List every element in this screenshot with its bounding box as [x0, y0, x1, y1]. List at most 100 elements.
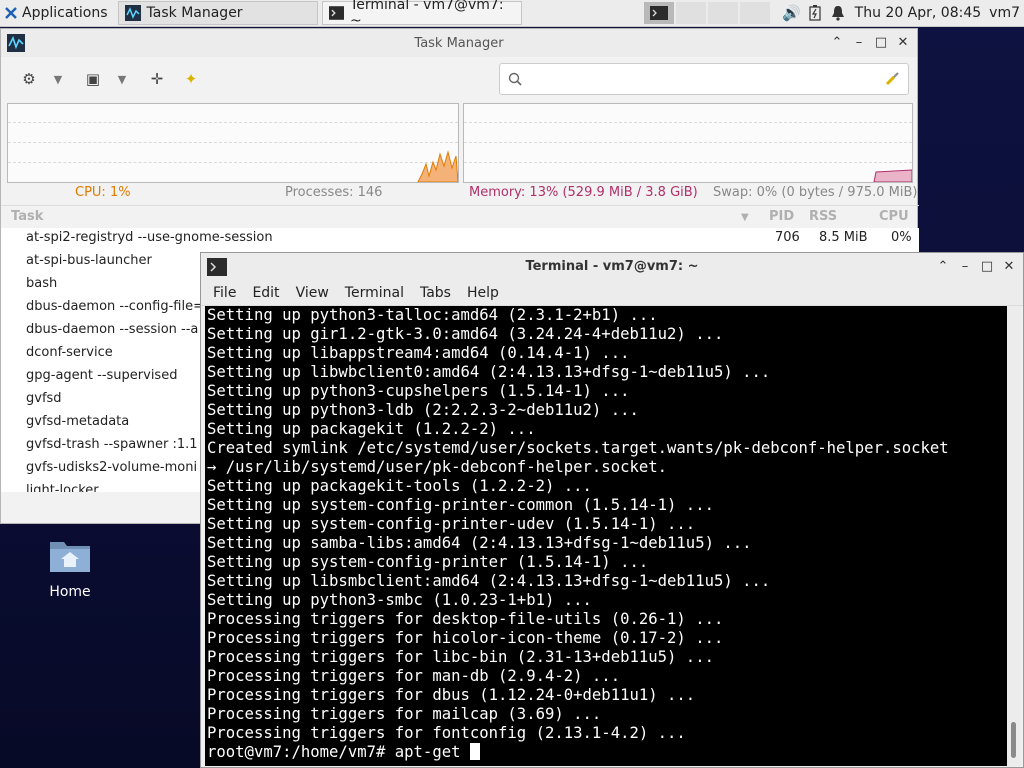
menu-help[interactable]: Help: [467, 285, 499, 301]
scrollbar-thumb[interactable]: [1011, 722, 1016, 758]
star-icon[interactable]: ✦: [177, 65, 205, 93]
prompt-line[interactable]: root@vm7:/home/vm7# apt-get: [205, 743, 1007, 762]
row-pid: 706: [775, 230, 800, 245]
window-icon[interactable]: ▣: [79, 65, 107, 93]
output-line: Processing triggers for fontconfig (2.13…: [207, 724, 686, 742]
table-row[interactable]: dconf-service: [26, 345, 113, 368]
clear-icon[interactable]: [884, 71, 900, 87]
output-line: Setting up python3-cupshelpers (1.5.14-1…: [207, 382, 630, 400]
output-line: Setting up libsmbclient:amd64 (2:4.13.13…: [207, 572, 771, 590]
table-row[interactable]: dbus-daemon --session --a: [26, 322, 198, 345]
maximize-button[interactable]: □: [979, 258, 995, 274]
applications-label: Applications: [22, 5, 108, 21]
terminal-output[interactable]: Setting up python3-talloc:amd64 (2.3.1-2…: [205, 306, 1007, 766]
output-line: Setting up packagekit-tools (1.2.2-2) ..…: [207, 477, 592, 495]
taskbar-terminal[interactable]: Terminal - vm7@vm7: ~: [321, 0, 522, 29]
output-line: Setting up libwbclient0:amd64 (2:4.13.13…: [207, 363, 771, 381]
maximize-button[interactable]: □: [873, 34, 889, 50]
status-bar: CPU: 1% Processes: 146 Memory: 13% (529.…: [1, 185, 919, 203]
terminal-menubar: File Edit View Terminal Tabs Help: [201, 281, 1023, 306]
output-line: Setting up python3-smbc (1.0.23-1+b1) ..…: [207, 591, 592, 609]
shell-prompt: root@vm7:/home/vm7# apt-get: [207, 743, 470, 761]
table-row[interactable]: gvfsd: [26, 391, 62, 414]
taskbar-label: Terminal - vm7@vm7: ~: [350, 0, 504, 29]
output-line: Setting up system-config-printer (1.5.14…: [207, 553, 649, 571]
output-line: Setting up python3-ldb (2:2.2.3-2~deb11u…: [207, 401, 639, 419]
cpu-usage: CPU: 1%: [75, 185, 131, 200]
output-line: Setting up system-config-printer-udev (1…: [207, 515, 696, 533]
clock[interactable]: Thu 20 Apr, 08:45: [855, 5, 981, 21]
search-icon: [508, 72, 522, 86]
battery-icon[interactable]: [809, 5, 821, 21]
menu-tabs[interactable]: Tabs: [420, 285, 451, 301]
taskbar-task-manager[interactable]: Task Manager: [117, 1, 318, 25]
column-header: Task ▼ PID RSS CPU: [1, 205, 919, 229]
minimize-button[interactable]: –: [957, 258, 973, 274]
settings-gear-icon[interactable]: ⚙: [15, 65, 43, 93]
minimize-button[interactable]: –: [851, 34, 867, 50]
cpu-graph: [7, 103, 459, 183]
menu-view[interactable]: View: [296, 285, 329, 301]
system-tray: 🔊 Thu 20 Apr, 08:45 vm7: [643, 0, 1024, 26]
workspace-1[interactable]: [643, 2, 674, 24]
shade-button[interactable]: ⌃: [829, 34, 845, 50]
table-row[interactable]: bash: [26, 276, 57, 299]
output-line: Processing triggers for hicolor-icon-the…: [207, 629, 724, 647]
task-manager-titlebar[interactable]: Task Manager ⌃ – □ ✕: [1, 29, 917, 57]
terminal-titlebar[interactable]: Terminal - vm7@vm7: ~ ⌃ – □ ✕: [201, 253, 1023, 281]
column-cpu[interactable]: CPU: [879, 209, 909, 224]
top-panel: Applications Task Manager Terminal - vm7…: [0, 0, 1024, 29]
swap-usage: Swap: 0% (0 bytes / 975.0 MiB): [713, 185, 918, 200]
memory-graph: [463, 103, 913, 183]
output-line: Setting up libappstream4:amd64 (0.14.4-1…: [207, 344, 630, 362]
output-line: Processing triggers for desktop-file-uti…: [207, 610, 724, 628]
table-row[interactable]: gvfs-udisks2-volume-moni: [26, 460, 197, 483]
output-line: Created symlink /etc/systemd/user/socket…: [207, 439, 949, 457]
applications-menu[interactable]: Applications: [0, 0, 114, 26]
user-menu[interactable]: vm7: [989, 5, 1020, 21]
terminal-scrollbar[interactable]: [1007, 306, 1021, 766]
chevron-down-icon[interactable]: ▼: [113, 73, 131, 86]
terminal-icon: [328, 6, 345, 20]
menu-terminal[interactable]: Terminal: [345, 285, 404, 301]
close-button[interactable]: ✕: [895, 34, 911, 50]
output-line: Setting up system-config-printer-common …: [207, 496, 714, 514]
close-button[interactable]: ✕: [1001, 258, 1017, 274]
home-folder-icon: [50, 542, 90, 572]
table-row[interactable]: at-spi2-registryd --use-gnome-session: [26, 230, 273, 253]
chevron-down-icon[interactable]: ▼: [49, 73, 67, 86]
desktop-home-icon[interactable]: Home: [40, 536, 100, 600]
table-row[interactable]: dbus-daemon --config-file=: [26, 299, 204, 322]
column-task[interactable]: Task: [11, 209, 43, 224]
table-row[interactable]: gvfsd-metadata: [26, 414, 129, 437]
memory-usage: Memory: 13% (529.9 MiB / 3.8 GiB): [469, 185, 698, 200]
output-line: Processing triggers for libc-bin (2.31-1…: [207, 648, 714, 666]
volume-icon[interactable]: 🔊: [782, 4, 801, 22]
row-rss: 8.5 MiB: [819, 230, 868, 245]
output-line: → /usr/lib/systemd/user/pk-debconf-helpe…: [207, 458, 668, 476]
table-row[interactable]: at-spi-bus-launcher: [26, 253, 152, 276]
terminal-window: Terminal - vm7@vm7: ~ ⌃ – □ ✕ File Edit …: [200, 252, 1024, 768]
workspace-3[interactable]: [707, 2, 738, 24]
workspace-2[interactable]: [675, 2, 706, 24]
output-line: Setting up gir1.2-gtk-3.0:amd64 (3.24.24…: [207, 325, 724, 343]
output-line: Processing triggers for man-db (2.9.4-2)…: [207, 667, 621, 685]
menu-file[interactable]: File: [213, 285, 236, 301]
crosshair-icon[interactable]: ✛: [143, 65, 171, 93]
table-row[interactable]: light-locker: [26, 483, 99, 492]
table-row[interactable]: gvfsd-trash --spawner :1.1: [26, 437, 198, 460]
memory-graph-line: [873, 169, 912, 182]
output-line: Processing triggers for dbus (1.12.24-0+…: [207, 686, 696, 704]
row-cpu: 0%: [891, 230, 912, 245]
column-pid[interactable]: PID: [769, 209, 794, 224]
notification-bell-icon[interactable]: [831, 5, 845, 21]
window-title: Terminal - vm7@vm7: ~: [525, 259, 699, 274]
table-row[interactable]: gpg-agent --supervised: [26, 368, 177, 391]
menu-edit[interactable]: Edit: [252, 285, 279, 301]
workspace-4[interactable]: [739, 2, 770, 24]
window-title: Task Manager: [414, 35, 504, 51]
cpu-graph-line: [417, 150, 458, 182]
search-input[interactable]: [499, 63, 909, 95]
column-rss[interactable]: RSS: [809, 209, 837, 224]
shade-button[interactable]: ⌃: [935, 258, 951, 274]
